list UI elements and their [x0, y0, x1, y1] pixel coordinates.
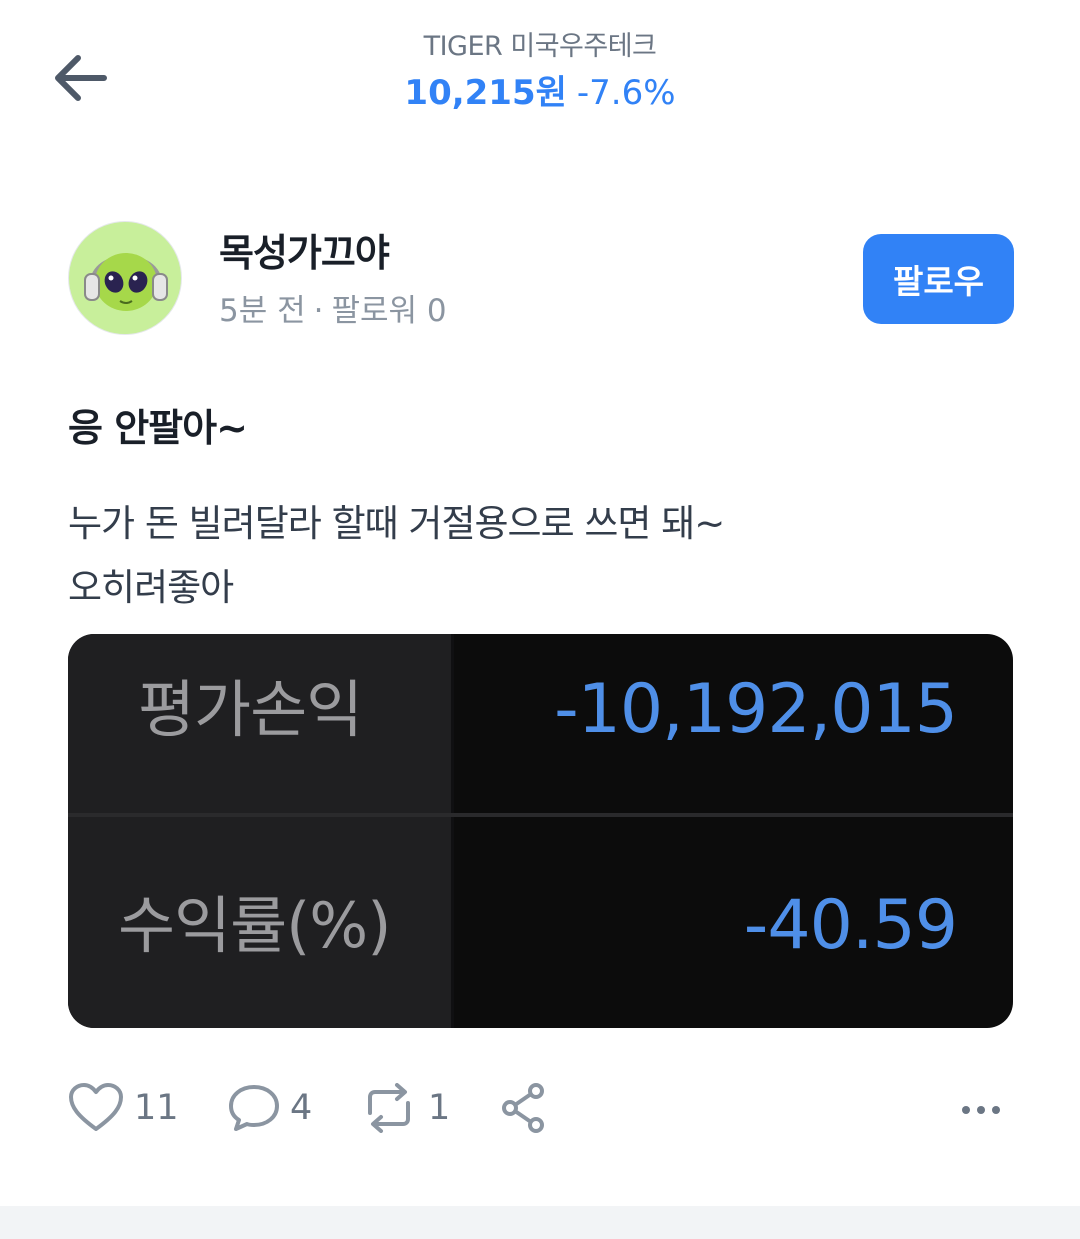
stock-price: 10,215원	[404, 73, 567, 113]
image-label-pnl: 평가손익	[138, 673, 363, 746]
image-value-return: -40.59	[743, 886, 958, 965]
author-meta: 5분 전 · 팔로워 0	[219, 289, 447, 333]
meta-separator: ·	[313, 293, 324, 329]
stock-header[interactable]: TIGER 미국우주테크 10,215원 -7.6%	[0, 28, 1080, 118]
author-row: 목성가끄야 5분 전 · 팔로워 0 팔로우	[68, 221, 1014, 337]
comment-count: 4	[290, 1088, 313, 1128]
image-label-return: 수익률(%)	[118, 889, 391, 962]
stock-change: -7.6%	[576, 73, 676, 113]
header: TIGER 미국우주테크 10,215원 -7.6%	[0, 0, 1080, 140]
share-button[interactable]	[498, 1078, 550, 1138]
avatar[interactable]	[68, 221, 182, 335]
share-icon	[502, 1083, 544, 1133]
image-value-pnl: -10,192,015	[554, 670, 958, 749]
post-body-line: 오히려좋아	[68, 566, 234, 609]
follow-button[interactable]: 팔로우	[863, 234, 1014, 324]
post-title: 응 안팔아~	[68, 406, 248, 450]
comment-button[interactable]: 4	[228, 1078, 312, 1138]
repost-button[interactable]: 1	[360, 1078, 450, 1138]
like-count: 11	[134, 1088, 179, 1128]
repost-count: 1	[428, 1088, 451, 1128]
post-time: 5분 전	[219, 293, 306, 329]
attached-image[interactable]: 평가손익 -10,192,015 수익률(%) -40.59	[68, 634, 1013, 1028]
like-button[interactable]: 11	[68, 1078, 179, 1138]
post-detail-screen: TIGER 미국우주테크 10,215원 -7.6% 목성가끄야 5분 전 · …	[0, 0, 1080, 1239]
stock-price-row: 10,215원 -7.6%	[0, 68, 1080, 118]
post-body: 누가 돈 빌려달라 할때 거절용으로 쓰면 돼~ 오히려좋아	[68, 492, 725, 620]
repost-icon	[368, 1083, 410, 1133]
more-options-button[interactable]	[960, 1088, 1004, 1128]
stock-name: TIGER 미국우주테크	[423, 31, 657, 62]
comment-icon	[229, 1085, 279, 1131]
action-bar: 11 4 1	[68, 1078, 1014, 1138]
bottom-divider	[0, 1206, 1080, 1239]
author-name[interactable]: 목성가끄야	[219, 227, 390, 279]
image-column-divider	[451, 634, 454, 1028]
follower-count: 팔로워 0	[331, 293, 447, 329]
more-horizontal-icon	[962, 1106, 1000, 1114]
heart-icon	[69, 1083, 123, 1131]
post-body-line: 누가 돈 빌려달라 할때 거절용으로 쓰면 돼~	[68, 502, 725, 545]
alien-avatar-icon	[84, 253, 168, 311]
image-row-divider	[68, 813, 1013, 817]
